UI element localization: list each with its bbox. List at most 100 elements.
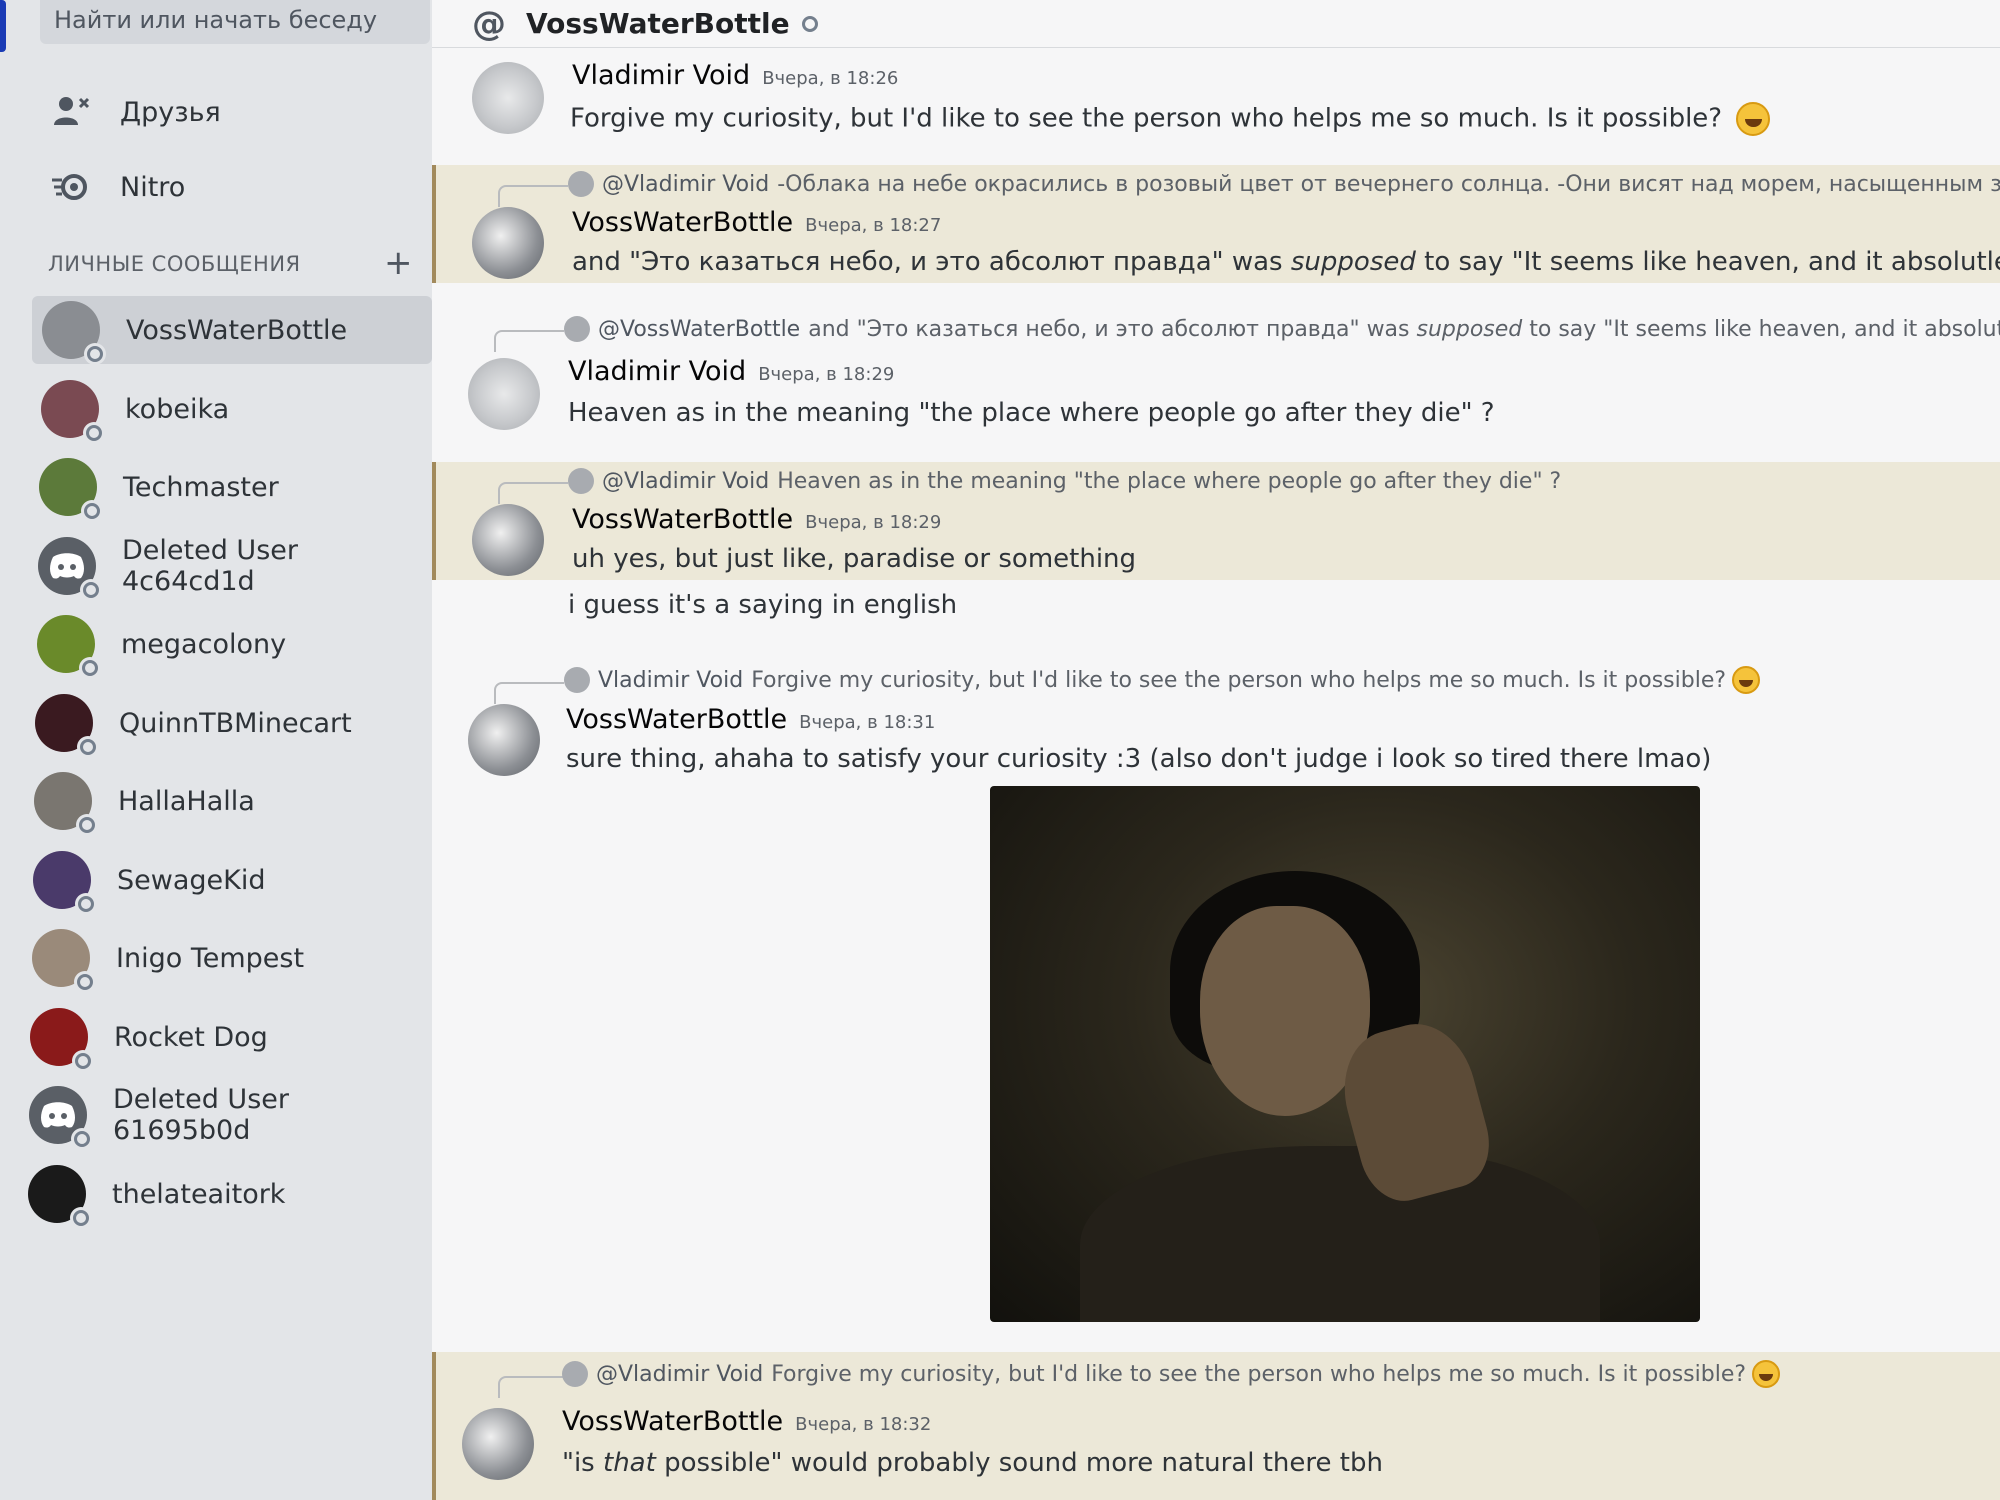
message-header: Vladimir Void Вчера, в 18:29	[568, 356, 894, 387]
status-offline-icon	[77, 736, 99, 758]
image-attachment[interactable]	[990, 786, 1700, 1322]
search-input[interactable]: Найти или начать беседу	[40, 0, 430, 44]
reply-preview[interactable]: @Vladimir Void Forgive my curiosity, but…	[562, 1360, 1781, 1388]
nitro-icon	[52, 174, 87, 200]
message-text: Forgive my curiosity, but I'd like to se…	[570, 103, 1723, 134]
avatar[interactable]	[472, 62, 544, 134]
message-timestamp: Вчера, в 18:26	[762, 68, 899, 89]
message-author[interactable]: VossWaterBottle	[562, 1406, 783, 1437]
message[interactable]: @VossWaterBottle and "Это казаться небо,…	[432, 310, 2000, 440]
reply-avatar	[562, 1361, 588, 1387]
message-header: VossWaterBottle Вчера, в 18:31	[566, 704, 935, 735]
reply-avatar	[564, 316, 590, 342]
reply-avatar	[564, 667, 590, 693]
avatar[interactable]	[468, 704, 540, 776]
message-timestamp: Вчера, в 18:29	[758, 364, 895, 385]
dm-item[interactable]: VossWaterBottle	[32, 296, 432, 365]
dm-item[interactable]: HallaHalla	[24, 767, 424, 836]
message-author[interactable]: VossWaterBottle	[572, 207, 793, 238]
discord-logo-icon	[41, 1102, 75, 1128]
friends-label: Друзья	[120, 96, 221, 128]
reply-author: Vladimir Void	[598, 667, 744, 693]
message-content: and "Это казаться небо, и это абсолют пр…	[572, 247, 2000, 277]
avatar[interactable]	[462, 1408, 534, 1480]
dm-item[interactable]: Deleted User 4c64cd1d	[28, 532, 428, 601]
message-content: Heaven as in the meaning "the place wher…	[568, 398, 1495, 428]
friends-icon	[54, 97, 90, 125]
message[interactable]: Vladimir Void Forgive my curiosity, but …	[432, 660, 2000, 780]
message-text: and "Это казаться небо, и это абсолют пр…	[572, 247, 1291, 277]
avatar	[29, 1086, 93, 1150]
message-content: Forgive my curiosity, but I'd like to se…	[570, 102, 1771, 136]
nitro-label: Nitro	[120, 171, 186, 203]
discord-logo-icon	[50, 553, 84, 579]
message[interactable]: Vladimir Void Вчера, в 18:26 Forgive my c…	[432, 52, 2000, 162]
dm-item-label: QuinnTBMinecart	[119, 707, 352, 739]
reply-preview[interactable]: @Vladimir Void -Облака на небе окрасилис…	[568, 171, 2000, 197]
status-offline-icon	[70, 1207, 92, 1229]
dm-item-label: Rocket Dog	[114, 1021, 268, 1053]
dm-item-label: Inigo Tempest	[116, 942, 305, 974]
status-offline-icon	[81, 500, 103, 522]
status-offline-icon	[76, 814, 98, 836]
reply-author: @VossWaterBottle	[598, 316, 801, 342]
avatar	[35, 694, 99, 758]
reply-text: Forgive my curiosity, but I'd like to se…	[771, 1361, 1747, 1387]
reply-text: and "Это казаться небо, и это абсолют пр…	[808, 317, 2000, 342]
dm-item[interactable]: QuinnTBMinecart	[25, 689, 425, 758]
reply-connector	[494, 330, 564, 352]
message-timestamp: Вчера, в 18:27	[805, 215, 942, 236]
message-mentioned[interactable]: @Vladimir Void Forgive my curiosity, but…	[432, 1352, 2000, 1500]
dm-item-label: HallaHalla	[118, 785, 255, 817]
dm-item[interactable]: Rocket Dog	[20, 1003, 420, 1072]
reply-connector	[498, 185, 568, 207]
message-author[interactable]: Vladimir Void	[572, 60, 750, 91]
avatar	[42, 301, 106, 365]
create-dm-button[interactable]: +	[384, 246, 413, 280]
dm-item-label: SewageKid	[117, 864, 266, 896]
message-mentioned[interactable]: @Vladimir Void -Облака на небе окрасилис…	[432, 165, 2000, 283]
message-emphasis: that	[603, 1448, 656, 1478]
dm-item[interactable]: SewageKid	[23, 846, 423, 915]
reply-preview[interactable]: @VossWaterBottle and "Это казаться небо,…	[564, 316, 2000, 342]
reply-connector	[494, 682, 564, 704]
dm-item[interactable]: megacolony	[27, 610, 427, 679]
dm-item[interactable]: Techmaster	[29, 453, 429, 522]
avatar[interactable]	[472, 207, 544, 279]
friends-button[interactable]: Друзья	[50, 82, 420, 142]
avatar[interactable]	[468, 358, 540, 430]
avatar	[39, 458, 103, 522]
reply-text: -Облака на небе окрасились в розовый цве…	[777, 171, 2000, 197]
server-indicator	[0, 0, 6, 52]
photo-figure	[1080, 1146, 1600, 1322]
reply-preview[interactable]: @Vladimir Void Heaven as in the meaning …	[568, 468, 1561, 494]
message-author[interactable]: Vladimir Void	[568, 356, 746, 387]
reply-avatar	[568, 468, 594, 494]
status-offline-icon	[72, 1050, 94, 1072]
direct-messages-header: ЛИЧНЫЕ СООБЩЕНИЯ	[48, 252, 301, 276]
reply-connector	[498, 1376, 568, 1398]
message-text: Heaven as in the meaning "the place wher…	[568, 398, 1495, 428]
reply-author: @Vladimir Void	[602, 171, 770, 197]
dm-sidebar: Найти или начать беседу Друзья Nitro ЛИЧ…	[0, 0, 432, 1500]
status-offline-icon	[84, 343, 106, 365]
message-timestamp: Вчера, в 18:29	[805, 512, 942, 533]
dm-item[interactable]: thelateaitork	[18, 1160, 418, 1229]
message-author[interactable]: VossWaterBottle	[566, 704, 787, 735]
dm-item[interactable]: kobeika	[31, 375, 431, 444]
dm-item[interactable]: Deleted User 61695b0d	[19, 1081, 419, 1150]
status-offline-icon	[75, 893, 97, 915]
dm-item-label: Techmaster	[123, 471, 279, 503]
message-mentioned[interactable]: @Vladimir Void Heaven as in the meaning …	[432, 462, 2000, 580]
message-header: VossWaterBottle Вчера, в 18:27	[572, 207, 941, 238]
status-offline-icon	[83, 422, 105, 444]
reply-preview[interactable]: Vladimir Void Forgive my curiosity, but …	[564, 666, 1761, 694]
smiley-emoji-icon	[1752, 1360, 1781, 1388]
nitro-button[interactable]: Nitro	[50, 157, 420, 217]
message-author[interactable]: VossWaterBottle	[572, 504, 793, 535]
message-text: uh yes, but just like, paradise or somet…	[572, 544, 1137, 574]
avatar[interactable]	[472, 504, 544, 576]
avatar	[33, 851, 97, 915]
dm-item[interactable]: Inigo Tempest	[22, 924, 422, 993]
chat-header: @ VossWaterBottle	[432, 0, 2000, 48]
